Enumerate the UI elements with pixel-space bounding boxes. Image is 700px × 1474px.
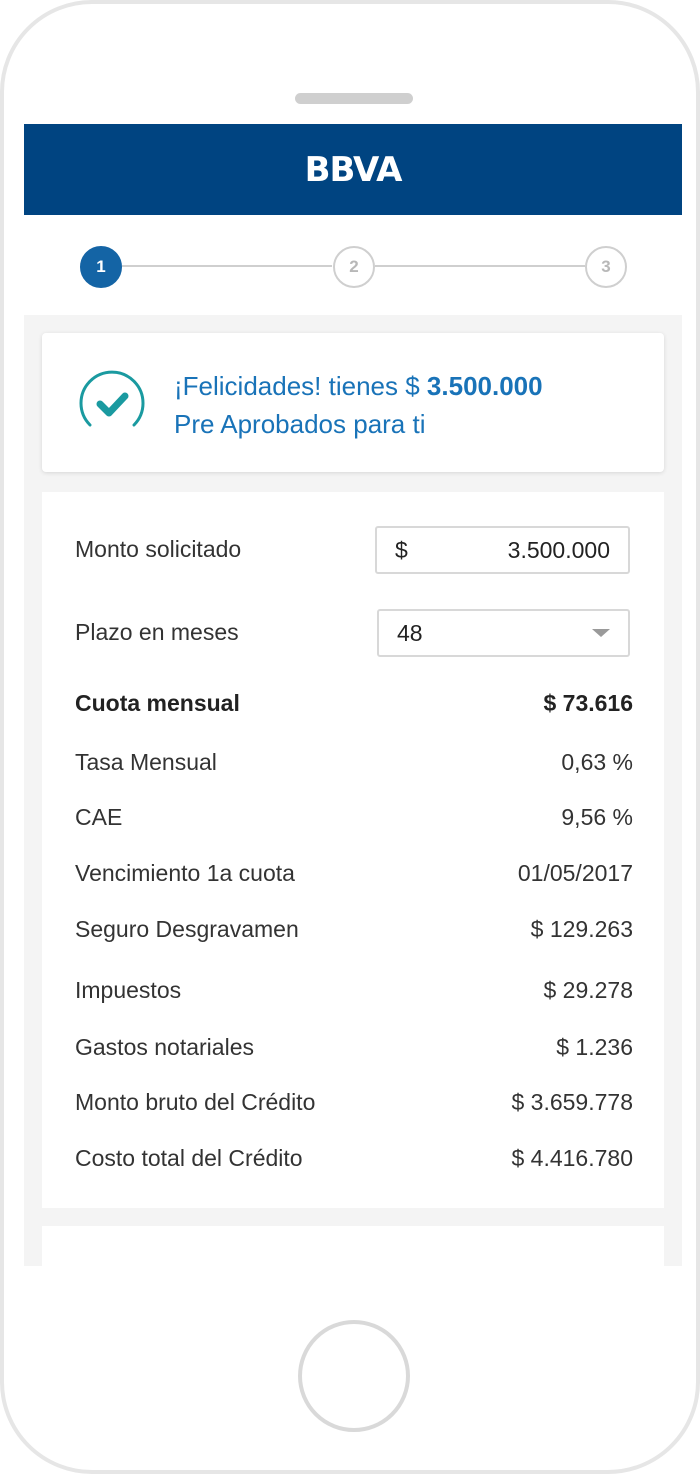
summary-label: Gastos notariales — [75, 1034, 254, 1060]
stepper-line-1 — [122, 265, 332, 267]
summary-value: 0,63 % — [561, 749, 633, 775]
summary-label: Impuestos — [75, 977, 182, 1003]
summary-label: Tasa Mensual — [75, 749, 217, 775]
step-2: 2 — [333, 246, 375, 288]
app-header: BBVA — [24, 124, 682, 215]
chevron-down-icon — [592, 629, 610, 637]
summary-row-cuota: Cuota mensual $ 73.616 — [75, 690, 633, 717]
summary-value: $ 29.278 — [543, 977, 633, 1003]
amount-label: Monto solicitado — [75, 536, 242, 562]
loan-details-card: Monto solicitado $ 3.500.000 Plazo en me… — [42, 492, 664, 1208]
preapproval-prefix: ¡Felicidades! tienes $ — [174, 371, 420, 401]
summary-label: Costo total del Crédito — [75, 1145, 303, 1171]
term-value: 48 — [397, 619, 423, 646]
summary-value: 9,56 % — [561, 804, 633, 830]
amount-input[interactable]: $ 3.500.000 — [375, 526, 630, 574]
bbva-logo: BBVA — [304, 149, 403, 190]
phone-frame: BBVA 1 2 3 ¡Felicidades! tienes $ 3.500.… — [0, 0, 700, 1474]
summary-row-vencimiento: Vencimiento 1a cuota 01/05/2017 — [75, 860, 633, 887]
term-select[interactable]: 48 — [377, 609, 630, 657]
summary-label: Vencimiento 1a cuota — [75, 860, 295, 886]
summary-row-cae: CAE 9,56 % — [75, 804, 633, 831]
summary-label: CAE — [75, 804, 123, 830]
summary-value: $ 129.263 — [530, 916, 633, 942]
summary-value: $ 73.616 — [543, 690, 633, 716]
preapproval-line2: Pre Aprobados para ti — [174, 409, 426, 439]
app-screen: BBVA 1 2 3 ¡Felicidades! tienes $ 3.500.… — [24, 124, 682, 1266]
summary-row-impuestos: Impuestos $ 29.278 — [75, 977, 633, 1004]
preapproval-amount: 3.500.000 — [426, 371, 543, 401]
summary-value: 01/05/2017 — [517, 860, 633, 886]
summary-label: Seguro Desgravamen — [75, 916, 299, 942]
step-3: 3 — [585, 246, 627, 288]
summary-value: $ 1.236 — [556, 1034, 633, 1060]
progress-stepper: 1 2 3 — [24, 215, 682, 315]
stepper-line-2 — [375, 265, 585, 267]
summary-row-tasa: Tasa Mensual 0,63 % — [75, 749, 633, 776]
summary-row-seguro: Seguro Desgravamen $ 129.263 — [75, 916, 633, 943]
term-label: Plazo en meses — [75, 619, 239, 645]
summary-row-gastos: Gastos notariales $ 1.236 — [75, 1034, 633, 1061]
check-circle-icon — [79, 370, 145, 427]
summary-label: Monto bruto del Crédito — [75, 1089, 316, 1115]
summary-value: $ 3.659.778 — [511, 1089, 633, 1115]
summary-label: Cuota mensual — [75, 690, 240, 716]
preapproval-message: ¡Felicidades! tienes $ 3.500.000 Pre Apr… — [174, 367, 543, 443]
home-button[interactable] — [298, 1320, 410, 1432]
amount-value: 3.500.000 — [507, 536, 610, 563]
amount-currency: $ — [395, 536, 408, 563]
step-1: 1 — [80, 246, 122, 288]
preapproval-banner: ¡Felicidades! tienes $ 3.500.000 Pre Apr… — [42, 333, 664, 472]
summary-row-monto-bruto: Monto bruto del Crédito $ 3.659.778 — [75, 1089, 633, 1116]
next-section-card — [42, 1226, 664, 1266]
summary-row-costo-total: Costo total del Crédito $ 4.416.780 — [75, 1145, 633, 1172]
summary-value: $ 4.416.780 — [511, 1145, 633, 1171]
phone-speaker — [295, 93, 413, 104]
